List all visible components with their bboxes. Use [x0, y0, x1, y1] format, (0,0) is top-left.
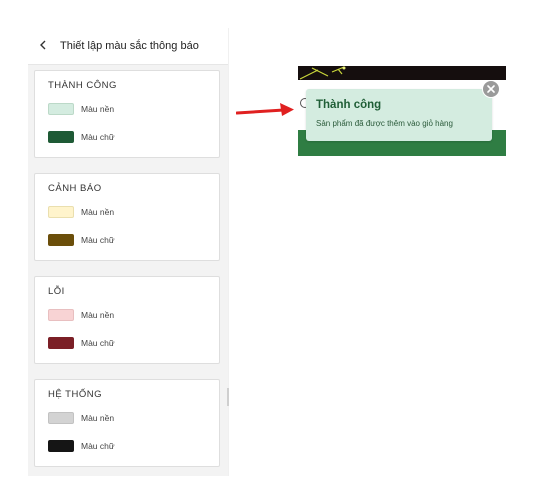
- close-icon[interactable]: [482, 80, 500, 98]
- toast-title: Thành công: [316, 99, 382, 111]
- section-title: LỖI: [48, 286, 65, 297]
- panel-divider: [228, 28, 229, 476]
- background-color-label: Màu nền: [81, 310, 115, 320]
- color-swatch[interactable]: [48, 440, 74, 452]
- chevron-left-icon[interactable]: [36, 39, 50, 53]
- product-image-strip: [298, 66, 506, 80]
- notification-color-settings-panel: Thiết lập màu sắc thông báo THÀNH CÔNG M…: [28, 28, 228, 476]
- success-background-color-picker[interactable]: Màu nền: [48, 103, 114, 115]
- section-title: HỆ THỐNG: [48, 389, 102, 400]
- warning-text-color-picker[interactable]: Màu chữ: [48, 234, 115, 246]
- background-color-label: Màu nền: [81, 104, 115, 114]
- red-arrow-right-icon: [236, 103, 294, 116]
- color-swatch[interactable]: [48, 337, 74, 349]
- error-text-color-picker[interactable]: Màu chữ: [48, 337, 115, 349]
- section-title: THÀNH CÔNG: [48, 80, 117, 91]
- section-error: LỖI Màu nền Màu chữ: [34, 276, 220, 364]
- section-warning: CẢNH BÁO Màu nền Màu chữ: [34, 173, 220, 261]
- color-swatch[interactable]: [48, 131, 74, 143]
- error-background-color-picker[interactable]: Màu nền: [48, 309, 114, 321]
- section-system: HỆ THỐNG Màu nền Màu chữ: [34, 379, 220, 467]
- success-toast: Thành công Sản phẩm đã được thêm vào giỏ…: [306, 89, 492, 141]
- background-color-label: Màu nền: [81, 207, 115, 217]
- color-swatch[interactable]: [48, 103, 74, 115]
- text-color-label: Màu chữ: [81, 235, 115, 245]
- text-color-label: Màu chữ: [81, 441, 115, 451]
- section-title: CẢNH BÁO: [48, 183, 102, 194]
- color-swatch[interactable]: [48, 412, 74, 424]
- section-success: THÀNH CÔNG Màu nền Màu chữ: [34, 70, 220, 158]
- system-text-color-picker[interactable]: Màu chữ: [48, 440, 115, 452]
- background-color-label: Màu nền: [81, 413, 115, 423]
- color-swatch[interactable]: [48, 309, 74, 321]
- color-swatch[interactable]: [48, 206, 74, 218]
- panel-header: Thiết lập màu sắc thông báo: [28, 28, 228, 65]
- system-background-color-picker[interactable]: Màu nền: [48, 412, 114, 424]
- text-color-label: Màu chữ: [81, 338, 115, 348]
- scrollbar-handle[interactable]: [227, 388, 229, 406]
- toast-message: Sản phẩm đã được thêm vào giỏ hàng: [316, 119, 453, 128]
- success-text-color-picker[interactable]: Màu chữ: [48, 131, 115, 143]
- panel-title: Thiết lập màu sắc thông báo: [60, 40, 199, 52]
- firework-graphic: [299, 66, 346, 80]
- color-swatch[interactable]: [48, 234, 74, 246]
- warning-background-color-picker[interactable]: Màu nền: [48, 206, 114, 218]
- text-color-label: Màu chữ: [81, 132, 115, 142]
